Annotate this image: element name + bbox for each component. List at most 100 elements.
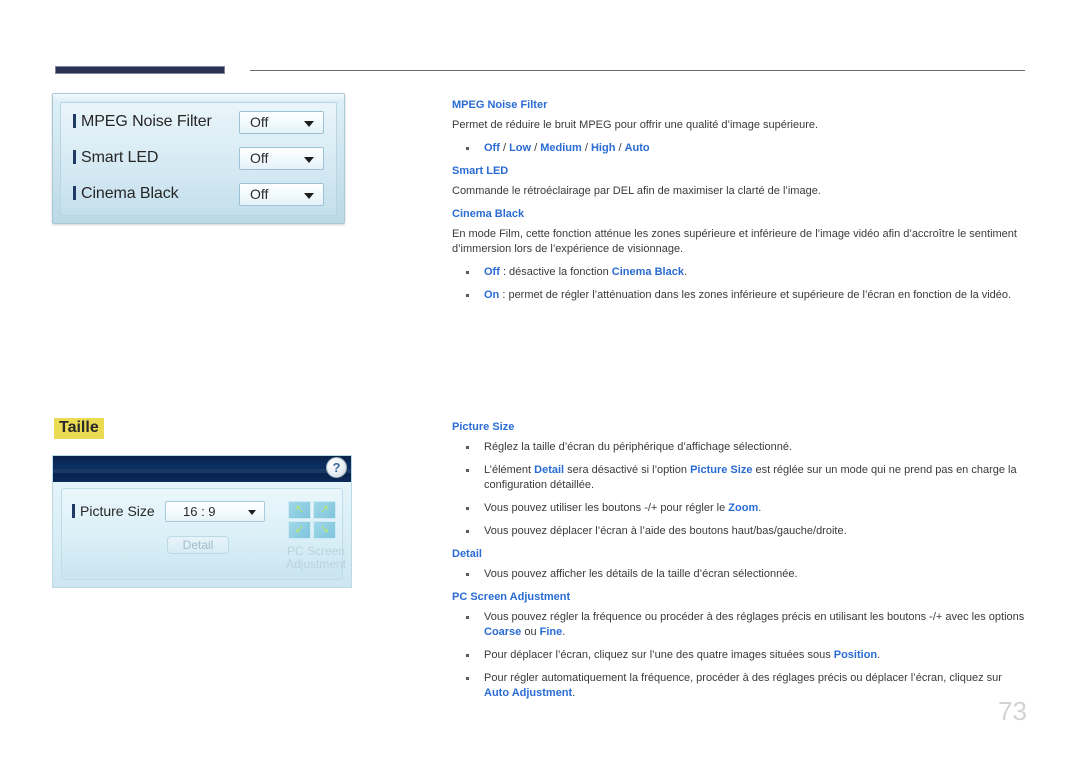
- bullet-marker-icon: [73, 114, 76, 128]
- text: Vous pouvez utiliser les boutons -/+ pou…: [484, 502, 729, 514]
- text: : permet de régler l’atténuation dans le…: [499, 289, 1012, 301]
- term-picture-size: Picture Size: [690, 464, 753, 476]
- osd-picture-options-panel: MPEG Noise Filter Off Smart LED Off Cine…: [52, 93, 345, 224]
- text: : désactive la fonction: [499, 266, 612, 278]
- option-separator: /: [499, 142, 510, 154]
- position-cell-bottom-left[interactable]: ↙: [288, 521, 311, 539]
- content-block-size: Picture Size Réglez la taille d’écran du…: [452, 420, 1027, 709]
- paragraph-cinema-black: En mode Film, cette fonction atténue les…: [452, 228, 1017, 255]
- arrow-up-right-icon: ↗: [319, 503, 330, 516]
- osd-select-mpeg-noise-filter[interactable]: Off: [239, 111, 324, 134]
- bullet-list-detail: Vous pouvez afficher les détails de la t…: [452, 567, 1027, 582]
- osd-picture-size-body: Picture Size 16 : 9 Detail ↖ ↗ ↙ ↘ PC Sc…: [61, 488, 346, 580]
- osd-select-picture-size[interactable]: 16 : 9: [165, 501, 265, 522]
- text: Réglez la taille d’écran du périphérique…: [484, 441, 792, 453]
- content-block-picture-options: MPEG Noise Filter Permet de réduire le b…: [452, 98, 1027, 311]
- osd-select-value: Off: [250, 186, 269, 202]
- heading-smart-led: Smart LED: [452, 165, 509, 177]
- pc-screen-adjustment-caption: PC Screen Adjustment: [285, 544, 347, 571]
- osd-picture-options-body: MPEG Noise Filter Off Smart LED Off Cine…: [60, 102, 337, 216]
- option-separator: /: [531, 142, 541, 154]
- osd-select-cinema-black[interactable]: Off: [239, 183, 324, 206]
- list-item: L’élément Detail sera désactivé si l’opt…: [452, 463, 1027, 493]
- list-item: Off : désactive la fonction Cinema Black…: [452, 265, 1027, 280]
- osd-label-text: Cinema Black: [81, 185, 179, 202]
- position-cell-bottom-right[interactable]: ↘: [313, 521, 336, 539]
- bullet-marker-icon: [73, 150, 76, 164]
- heading-mpeg-noise-filter: MPEG Noise Filter: [452, 99, 548, 111]
- osd-select-value: Off: [250, 150, 269, 166]
- text: Vous pouvez régler la fréquence ou procé…: [484, 611, 1025, 623]
- text: Pour déplacer l’écran, cliquez sur l’une…: [484, 649, 834, 661]
- text: .: [758, 502, 762, 514]
- osd-row-mpeg-noise-filter: MPEG Noise Filter Off: [71, 111, 326, 139]
- osd-select-value: 16 : 9: [183, 504, 216, 519]
- list-item: Pour déplacer l’écran, cliquez sur l’une…: [452, 648, 1027, 663]
- heading-cinema-black: Cinema Black: [452, 208, 525, 220]
- paragraph-smart-led: Commande le rétroéclairage par DEL afin …: [452, 185, 821, 197]
- position-grid[interactable]: ↖ ↗ ↙ ↘: [288, 501, 336, 539]
- term-position: Position: [833, 649, 878, 661]
- list-item: Off / Low / Medium / High / Auto: [452, 141, 1027, 156]
- list-item: Vous pouvez déplacer l’écran à l’aide de…: [452, 524, 1027, 539]
- position-cell-top-left[interactable]: ↖: [288, 501, 311, 519]
- text: sera désactivé si l’option: [564, 464, 691, 476]
- osd-select-smart-led[interactable]: Off: [239, 147, 324, 170]
- pc-screen-adjustment-control[interactable]: ↖ ↗ ↙ ↘ PC Screen Adjustment: [280, 501, 351, 571]
- bullet-marker-icon: [73, 186, 76, 200]
- osd-label-picture-size: Picture Size: [72, 503, 155, 519]
- option-separator: /: [615, 142, 625, 154]
- text: .: [877, 649, 881, 661]
- detail-button[interactable]: Detail: [167, 536, 229, 554]
- list-item: Réglez la taille d’écran du périphérique…: [452, 440, 1027, 455]
- position-cell-top-right[interactable]: ↗: [313, 501, 336, 519]
- heading-picture-size: Picture Size: [452, 421, 515, 433]
- text: Pour régler automatiquement la fréquence…: [484, 672, 1002, 684]
- heading-detail: Detail: [452, 548, 482, 560]
- osd-titlebar: ?: [53, 456, 351, 482]
- osd-label-text: Picture Size: [80, 503, 155, 519]
- bullet-list-mpeg-options: Off / Low / Medium / High / Auto: [452, 141, 1027, 156]
- term-detail: Detail: [534, 464, 565, 476]
- arrow-down-left-icon: ↙: [294, 523, 305, 536]
- chevron-down-icon: [248, 510, 256, 515]
- arrow-up-left-icon: ↖: [294, 503, 305, 516]
- text: ou: [521, 626, 540, 638]
- osd-picture-size-panel: ? Picture Size 16 : 9 Detail ↖ ↗ ↙ ↘ PC …: [52, 455, 352, 588]
- page-number: 73: [998, 696, 1027, 726]
- osd-select-value: Off: [250, 114, 269, 130]
- bullet-list-picture-size: Réglez la taille d’écran du périphérique…: [452, 440, 1027, 539]
- header-rule-thin: [250, 70, 1025, 71]
- option-medium: Medium: [540, 142, 582, 154]
- text: Vous pouvez afficher les détails de la t…: [484, 568, 798, 580]
- list-item: Pour régler automatiquement la fréquence…: [452, 671, 1027, 701]
- list-item: Vous pouvez régler la fréquence ou procé…: [452, 610, 1027, 640]
- text: .: [562, 626, 566, 638]
- option-high: High: [590, 142, 616, 154]
- osd-row-smart-led: Smart LED Off: [71, 147, 326, 175]
- help-icon[interactable]: ?: [326, 457, 347, 478]
- term-zoom: Zoom: [728, 502, 759, 514]
- option-auto: Auto: [624, 142, 650, 154]
- osd-row-cinema-black: Cinema Black Off: [71, 183, 326, 211]
- chevron-down-icon: [304, 157, 314, 163]
- option-separator: /: [581, 142, 591, 154]
- arrow-down-right-icon: ↘: [319, 523, 330, 536]
- chevron-down-icon: [304, 193, 314, 199]
- heading-pc-screen-adjustment: PC Screen Adjustment: [452, 591, 571, 603]
- osd-label-text: Smart LED: [81, 149, 159, 166]
- osd-label-text: MPEG Noise Filter: [81, 113, 212, 130]
- chevron-down-icon: [304, 121, 314, 127]
- bullet-marker-icon: [72, 504, 75, 518]
- option-off: Off: [484, 266, 500, 278]
- header-rule: [55, 66, 1025, 76]
- section-title: Taille: [54, 418, 104, 439]
- osd-label-cinema-black: Cinema Black: [73, 185, 179, 203]
- list-item: Vous pouvez afficher les détails de la t…: [452, 567, 1027, 582]
- list-item: Vous pouvez utiliser les boutons -/+ pou…: [452, 501, 1027, 516]
- option-off: Off: [484, 142, 500, 154]
- term-auto-adjustment: Auto Adjustment: [484, 687, 573, 699]
- paragraph-mpeg-noise-filter: Permet de réduire le bruit MPEG pour off…: [452, 119, 819, 131]
- term-fine: Fine: [539, 626, 563, 638]
- bullet-list-pc-screen-adjustment: Vous pouvez régler la fréquence ou procé…: [452, 610, 1027, 701]
